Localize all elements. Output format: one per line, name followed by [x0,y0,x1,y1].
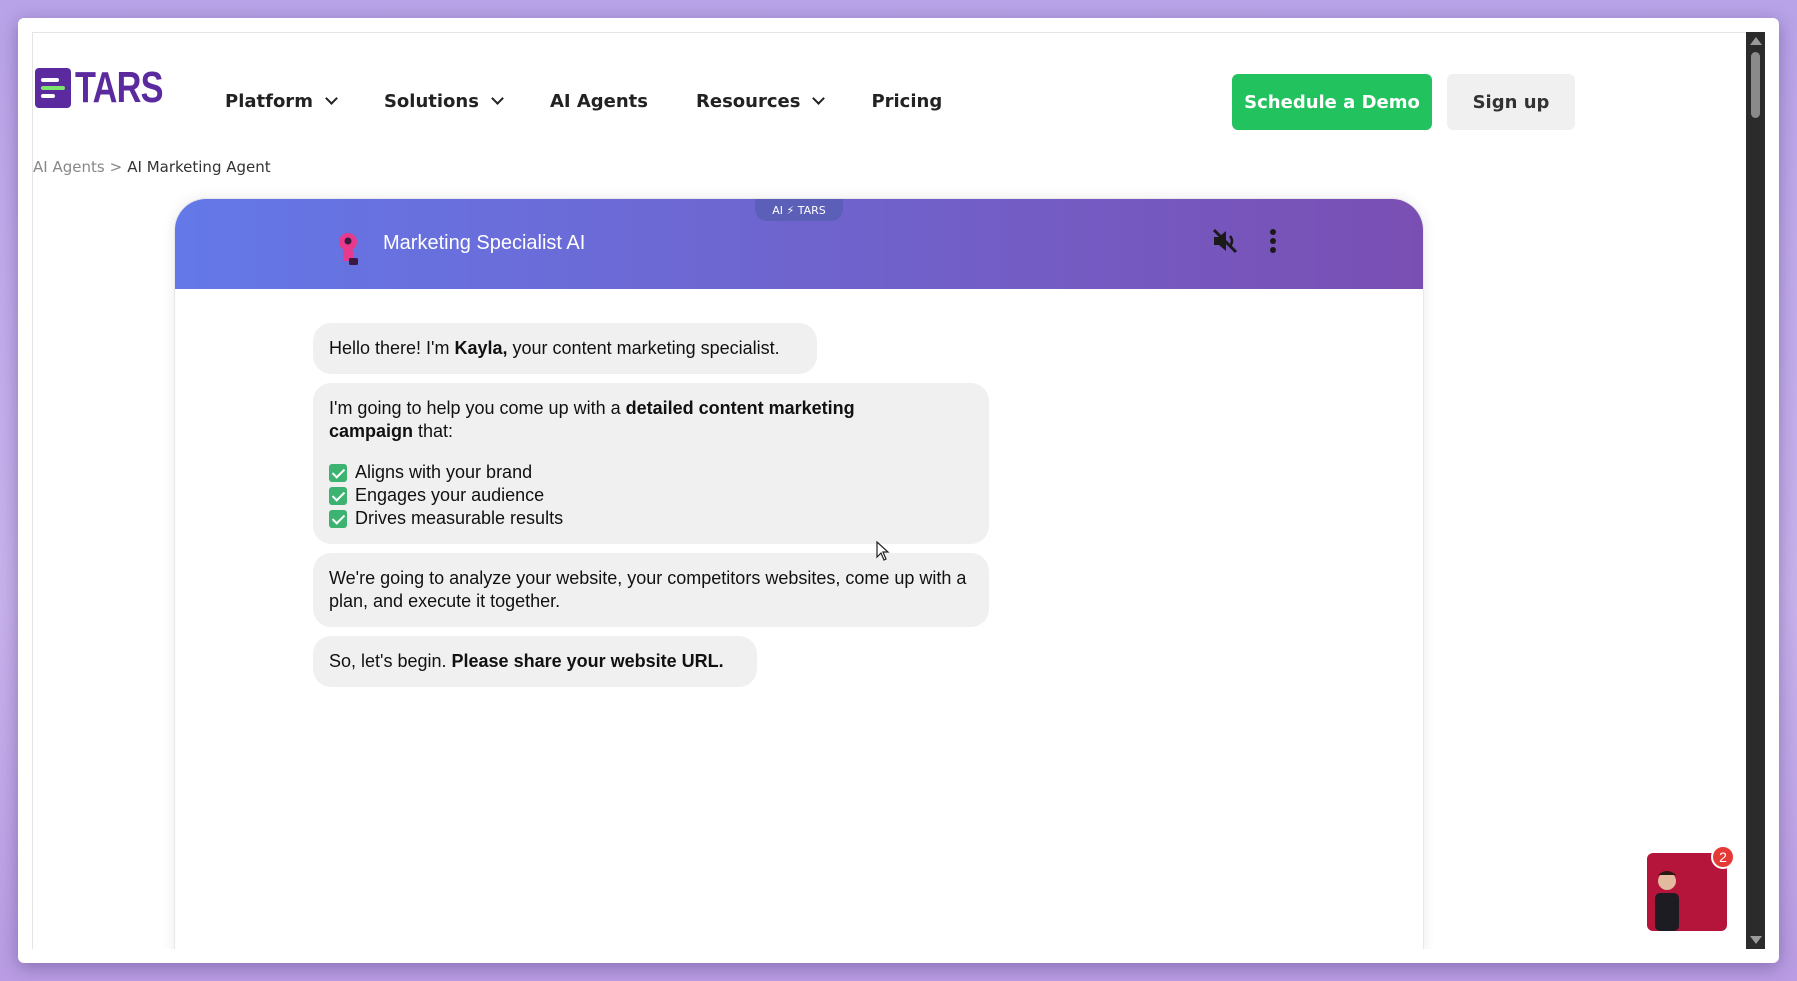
checklist: Aligns with your brand Engages your audi… [329,461,973,530]
schedule-demo-button[interactable]: Schedule a Demo [1232,74,1432,130]
notification-badge: 2 [1711,845,1735,869]
mute-icon[interactable] [1211,227,1239,255]
checklist-text: Aligns with your brand [355,462,533,482]
message-bold-text: Please share your website URL. [451,651,724,671]
logo-mark-icon [35,68,71,108]
breadcrumb-current: AI Marketing Agent [127,158,271,176]
page-viewport: TARS Platform Solutions AI Agents Resour… [32,32,1746,949]
tars-logo[interactable]: TARS [35,63,188,113]
nav-ai-agents[interactable]: AI Agents [550,91,648,112]
message-text: We're going to analyze your website, you… [329,568,967,611]
chat-message: So, let's begin. Please share your websi… [313,636,757,687]
message-text: I'm going to help you come up with a [329,398,626,418]
powered-by-badge: AI ⚡ TARS [755,199,843,221]
message-text: your content marketing specialist. [507,338,780,358]
nav-solutions[interactable]: Solutions [383,91,504,112]
chat-message: Hello there! I'm Kayla, your content mar… [313,323,817,374]
robot-avatar-icon [339,233,358,265]
chat-message: I'm going to help you come up with a det… [313,383,989,544]
chat-header: AI ⚡ TARS Marketing Specialist AI [175,199,1423,289]
checkbox-checked-icon [329,509,347,528]
chat-message: We're going to analyze your website, you… [313,553,989,627]
sign-up-button[interactable]: Sign up [1447,74,1575,130]
breadcrumb-separator: > [109,158,123,176]
vertical-scrollbar[interactable] [1746,32,1765,949]
nav-label: Resources [696,91,801,112]
scroll-down-arrow-icon[interactable] [1750,936,1762,944]
nav-pricing[interactable]: Pricing [871,91,942,112]
browser-window: TARS Platform Solutions AI Agents Resour… [18,18,1779,963]
nav-label: Pricing [871,91,943,112]
list-item: Aligns with your brand [329,461,973,484]
breadcrumb-parent[interactable]: AI Agents [33,158,105,176]
chat-title: Marketing Specialist AI [383,232,586,254]
message-text: Hello there! I'm [329,338,455,358]
mouse-cursor-icon [876,541,890,561]
checkbox-checked-icon [329,463,347,482]
chevron-down-icon [812,92,826,105]
nav-label: Solutions [383,91,479,112]
list-item: Drives measurable results [329,507,973,530]
presenter-thumbnail-icon [1655,871,1679,931]
main-nav: Platform Solutions AI Agents Resources P… [225,91,990,112]
more-vertical-icon[interactable] [1268,227,1278,255]
chat-panel: AI ⚡ TARS Marketing Specialist AI Hello … [174,198,1424,949]
scroll-up-arrow-icon[interactable] [1750,37,1762,45]
chevron-down-icon [325,92,338,105]
breadcrumb: AI Agents > AI Marketing Agent [33,158,271,176]
nav-label: Platform [225,91,313,112]
message-text: that: [413,421,454,441]
nav-platform[interactable]: Platform [225,91,338,112]
scroll-thumb[interactable] [1751,52,1760,118]
chevron-down-icon [491,92,504,105]
message-text: So, let's begin. [329,651,452,671]
message-list: Hello there! I'm Kayla, your content mar… [313,323,989,696]
list-item: Engages your audience [329,484,973,507]
nav-resources[interactable]: Resources [696,91,826,112]
checklist-text: Engages your audience [355,485,545,505]
checkbox-checked-icon [329,486,347,505]
message-bold-text: Kayla, [454,338,508,358]
nav-label: AI Agents [549,91,648,112]
logo-text: TARS [75,63,164,112]
checklist-text: Drives measurable results [355,508,564,528]
